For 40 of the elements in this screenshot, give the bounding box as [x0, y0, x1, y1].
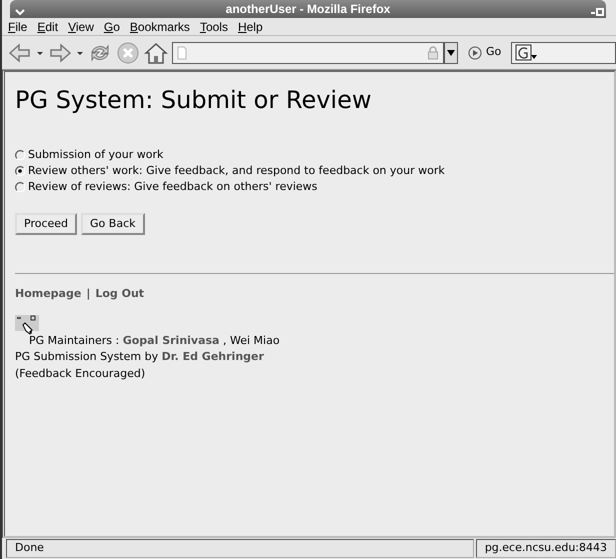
form-button[interactable]: Go Back: [81, 212, 144, 236]
footer-link[interactable]: Homepage: [15, 287, 82, 300]
form-button[interactable]: Proceed: [15, 212, 78, 236]
minimize-maximize-icon[interactable]: [590, 6, 604, 18]
footer-link[interactable]: Log Out: [95, 287, 144, 300]
stop-icon[interactable]: [116, 40, 140, 64]
menu-item[interactable]: Edit: [37, 18, 58, 36]
credit-line: PG Submission System by Dr. Ed Gehringer: [15, 349, 265, 366]
caret-icon[interactable]: [447, 50, 455, 56]
back-icon[interactable]: [8, 40, 32, 64]
history-dropdown-button[interactable]: [444, 42, 458, 64]
menu-item[interactable]: Tools: [200, 18, 228, 36]
search-field[interactable]: [511, 42, 616, 64]
link-separator: |: [86, 287, 90, 300]
radio-label: Review others' work: Give feedback, and respond to feedback on your work: [28, 162, 445, 179]
menu-item[interactable]: File: [8, 18, 28, 36]
address-field[interactable]: [172, 42, 444, 64]
menu-item[interactable]: Help: [238, 18, 263, 36]
window-title: anotherUser - Mozilla Firefox: [226, 1, 390, 18]
radio-button[interactable]: [15, 182, 25, 192]
radio-button[interactable]: [15, 150, 25, 160]
radio-label: Submission of your work: [28, 146, 164, 163]
page-heading: PG System: Submit or Review: [15, 86, 372, 115]
page-icon: [177, 46, 187, 60]
padlock-icon: [427, 46, 439, 60]
author-link[interactable]: Dr. Ed Gehringer: [162, 350, 264, 364]
status-text: Done: [6, 539, 474, 558]
search-engine-icon[interactable]: [515, 44, 538, 62]
pen-on-screen-icon: [15, 314, 41, 335]
go-button[interactable]: Go: [468, 44, 502, 61]
status-host: pg.ece.ncsu.edu:8443: [476, 539, 616, 558]
radio-label: Review of reviews: Give feedback on others' reviews: [28, 178, 318, 195]
menu-item[interactable]: Go: [104, 18, 120, 36]
menu-item[interactable]: View: [68, 18, 94, 36]
home-icon[interactable]: [144, 40, 168, 64]
feedback-note: (Feedback Encouraged): [15, 366, 146, 382]
maintainers-line: PG Maintainers : Gopal Srinivasa , Wei Miao: [29, 332, 281, 349]
menu-item[interactable]: Bookmarks: [130, 18, 190, 36]
radio-button[interactable]: [15, 166, 25, 176]
author-link[interactable]: Gopal Srinivasa: [122, 334, 220, 347]
